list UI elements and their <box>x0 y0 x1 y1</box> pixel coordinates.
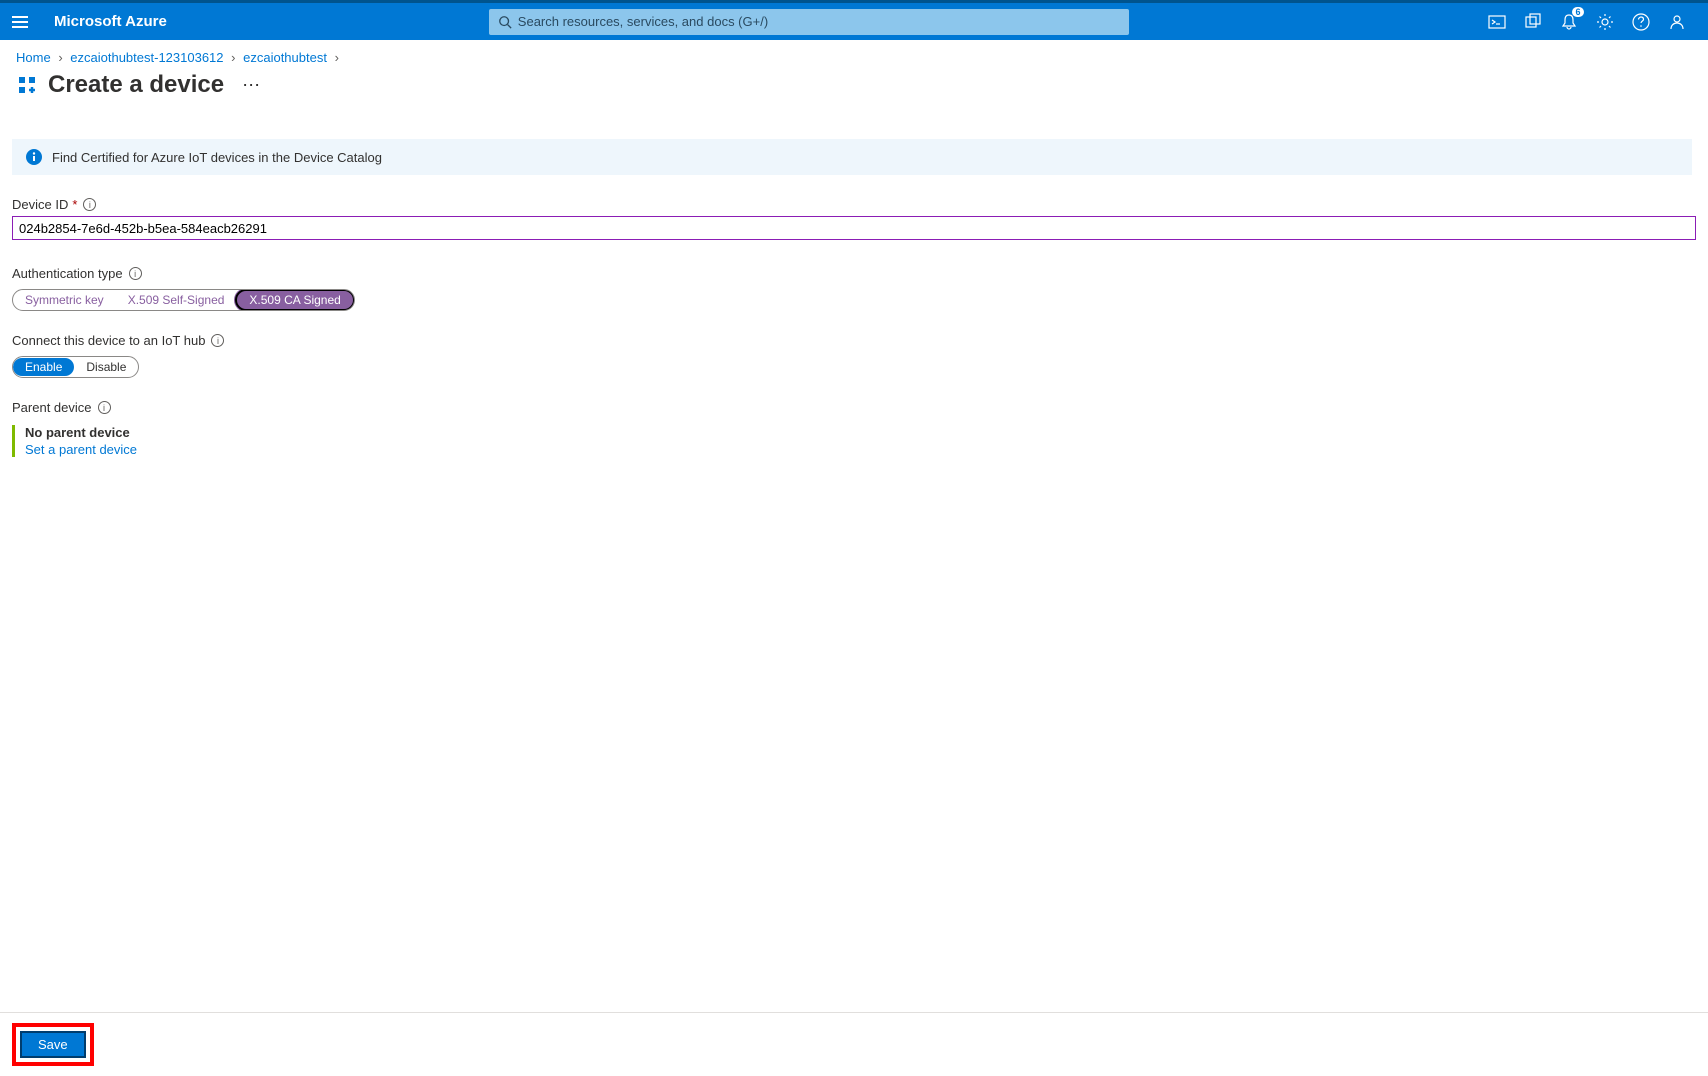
parent-device-status: No parent device <box>25 425 1696 440</box>
search-container: Search resources, services, and docs (G+… <box>489 9 1129 35</box>
auth-x509-casigned-option[interactable]: X.509 CA Signed <box>235 289 354 311</box>
directories-icon[interactable] <box>1524 13 1542 31</box>
top-right-icons: 6 <box>1488 13 1696 31</box>
search-icon <box>498 15 512 29</box>
connect-field: Connect this device to an IoT hub i Enab… <box>0 329 1708 382</box>
info-banner: Find Certified for Azure IoT devices in … <box>12 139 1692 175</box>
cloud-shell-icon[interactable] <box>1488 13 1506 31</box>
breadcrumb-resource-group[interactable]: ezcaiothubtest-123103612 <box>70 50 223 65</box>
notification-badge: 6 <box>1572 7 1584 17</box>
help-tooltip-icon[interactable]: i <box>129 267 142 280</box>
set-parent-device-link[interactable]: Set a parent device <box>25 442 1696 457</box>
device-id-label: Device ID <box>12 197 68 212</box>
parent-device-field: Parent device i No parent device Set a p… <box>0 396 1708 461</box>
feedback-icon[interactable] <box>1668 13 1686 31</box>
breadcrumb-separator: › <box>335 50 339 65</box>
top-navbar: Microsoft Azure Search resources, servic… <box>0 0 1708 40</box>
info-icon <box>26 149 42 165</box>
breadcrumb-separator: › <box>231 50 235 65</box>
hamburger-menu-icon[interactable] <box>12 10 36 34</box>
save-button[interactable]: Save <box>20 1031 86 1058</box>
breadcrumb-separator: › <box>58 50 62 65</box>
help-tooltip-icon[interactable]: i <box>98 401 111 414</box>
footer-bar: Save <box>0 1012 1708 1076</box>
auth-x509-selfsigned-option[interactable]: X.509 Self-Signed <box>116 291 237 309</box>
help-icon[interactable] <box>1632 13 1650 31</box>
breadcrumb-home[interactable]: Home <box>16 50 51 65</box>
connect-disable-option[interactable]: Disable <box>74 358 138 376</box>
connect-enable-option[interactable]: Enable <box>13 358 74 376</box>
connect-pills: Enable Disable <box>12 356 139 378</box>
save-button-highlight: Save <box>12 1023 94 1066</box>
search-placeholder: Search resources, services, and docs (G+… <box>518 14 768 29</box>
device-id-field: Device ID * i <box>0 193 1708 244</box>
help-tooltip-icon[interactable]: i <box>83 198 96 211</box>
more-actions-icon[interactable]: ⋯ <box>242 75 260 96</box>
info-banner-text: Find Certified for Azure IoT devices in … <box>52 150 382 165</box>
parent-device-label: Parent device <box>12 400 92 415</box>
auth-type-label: Authentication type <box>12 266 123 281</box>
required-asterisk: * <box>72 197 77 212</box>
auth-type-pills: Symmetric key X.509 Self-Signed X.509 CA… <box>12 289 355 311</box>
search-input[interactable]: Search resources, services, and docs (G+… <box>489 9 1129 35</box>
breadcrumb: Home › ezcaiothubtest-123103612 › ezcaio… <box>0 40 1708 71</box>
page-title: Create a device <box>48 71 224 99</box>
device-create-icon <box>16 74 38 96</box>
page-title-row: Create a device ⋯ <box>0 71 1708 113</box>
connect-label: Connect this device to an IoT hub <box>12 333 205 348</box>
notifications-icon[interactable]: 6 <box>1560 13 1578 31</box>
auth-symmetric-key-option[interactable]: Symmetric key <box>13 291 116 309</box>
auth-type-field: Authentication type i Symmetric key X.50… <box>0 262 1708 315</box>
parent-device-status-block: No parent device Set a parent device <box>12 425 1696 457</box>
brand-label: Microsoft Azure <box>54 13 167 30</box>
help-tooltip-icon[interactable]: i <box>211 334 224 347</box>
device-id-input[interactable] <box>12 216 1696 240</box>
settings-gear-icon[interactable] <box>1596 13 1614 31</box>
breadcrumb-hub[interactable]: ezcaiothubtest <box>243 50 327 65</box>
